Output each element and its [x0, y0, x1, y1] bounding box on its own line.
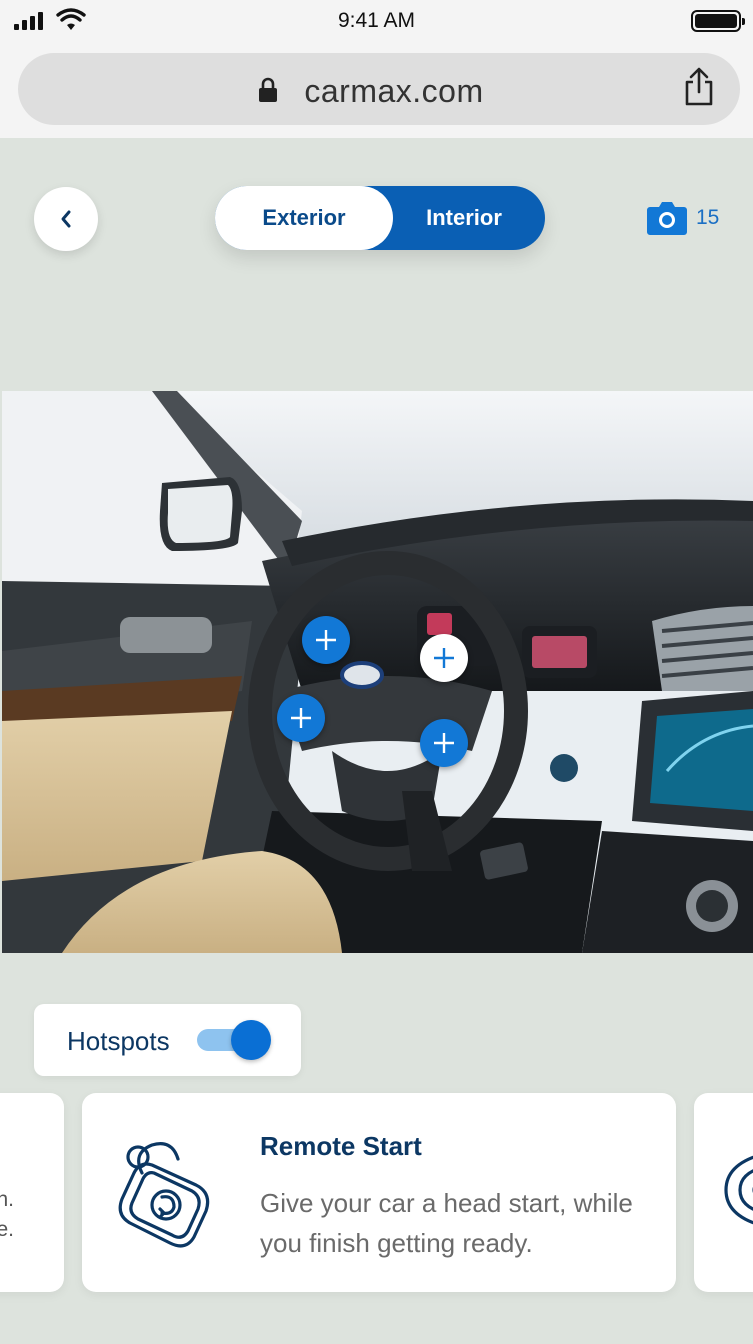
plus-icon [434, 648, 454, 668]
browser-toolbar: carmax.com [0, 44, 753, 138]
car-interior-image [2, 391, 753, 953]
switch-knob [231, 1020, 271, 1060]
photo-gallery-button[interactable]: 15 [646, 200, 719, 236]
feature-card-previous-text: n. [0, 1188, 14, 1211]
status-time: 9:41 AM [337, 9, 416, 32]
hotspot-marker[interactable] [277, 694, 325, 742]
share-icon[interactable] [682, 67, 716, 107]
tab-interior[interactable]: Interior [393, 186, 545, 250]
hotspots-switch[interactable] [197, 1020, 271, 1060]
photo-count: 15 [696, 206, 720, 229]
hotspot-marker-active[interactable] [420, 634, 468, 682]
address-bar[interactable]: carmax.com [18, 53, 740, 125]
key-fob-icon [118, 1142, 210, 1248]
back-button[interactable] [34, 187, 98, 251]
tab-exterior[interactable]: Exterior [215, 186, 393, 250]
battery-icon [691, 10, 745, 32]
chevron-left-icon [61, 210, 71, 228]
wireless-icon [724, 1155, 753, 1225]
status-bar: 9:41 AM [0, 0, 753, 44]
feature-card-title: Remote Start [260, 1131, 422, 1161]
hotspot-marker[interactable] [302, 616, 350, 664]
view-toggle: Exterior Interior [215, 186, 545, 250]
plus-icon [291, 708, 311, 728]
url-text: carmax.com [304, 73, 484, 109]
feature-card-next[interactable] [694, 1093, 753, 1292]
plus-icon [316, 630, 336, 650]
feature-card-previous[interactable]: n. e. [0, 1093, 64, 1292]
hotspots-label: Hotspots [67, 1026, 170, 1056]
interior-360-view[interactable] [2, 391, 753, 953]
hotspot-marker[interactable] [420, 719, 468, 767]
feature-card-description: Give your car a head start, while you fi… [260, 1188, 633, 1258]
feature-card-previous-text: e. [0, 1218, 14, 1241]
plus-icon [434, 733, 454, 753]
feature-card-remote-start[interactable]: Remote Start Give your car a head start,… [82, 1093, 676, 1292]
camera-icon [647, 202, 687, 235]
hotspots-toggle-card: Hotspots [34, 1004, 301, 1076]
